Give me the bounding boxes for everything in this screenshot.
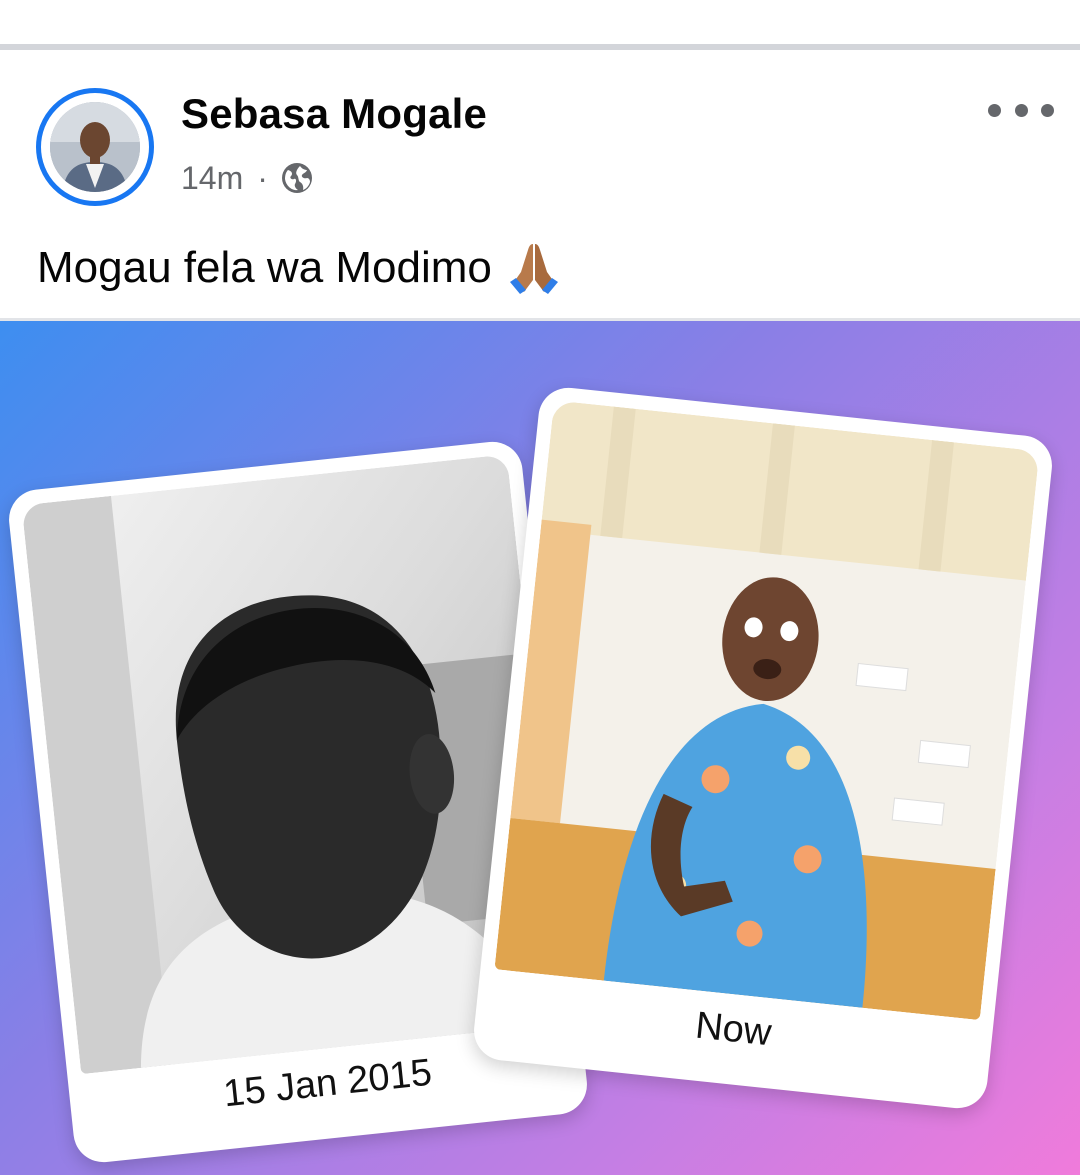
avatar-image (50, 102, 140, 192)
post-header: Sebasa Mogale 14m · (0, 50, 1080, 230)
post-caption: Mogau fela wa Modimo (37, 238, 564, 298)
image-top-border (0, 318, 1080, 321)
post-timestamp[interactable]: 14m (181, 160, 243, 197)
now-photo-card: Now (471, 384, 1055, 1112)
avatar-story-ring[interactable] (36, 88, 154, 206)
now-photo (494, 400, 1040, 1021)
author-name[interactable]: Sebasa Mogale (181, 90, 487, 138)
caption-text: Mogau fela wa Modimo (37, 243, 492, 292)
more-options-icon[interactable] (988, 90, 1054, 130)
top-spacer (0, 0, 1080, 44)
meta-separator: · (257, 159, 268, 196)
more-dot (1014, 103, 1028, 117)
more-dot (988, 103, 1001, 117)
post-meta: 14m · (181, 158, 314, 198)
more-dot (1041, 103, 1054, 117)
now-photo-image (494, 400, 1040, 1021)
post-photo[interactable]: 15 Jan 2015 Now (0, 318, 1080, 1175)
avatar[interactable] (50, 102, 140, 192)
globe-icon[interactable] (280, 161, 314, 195)
folded-hands-icon (509, 244, 558, 294)
